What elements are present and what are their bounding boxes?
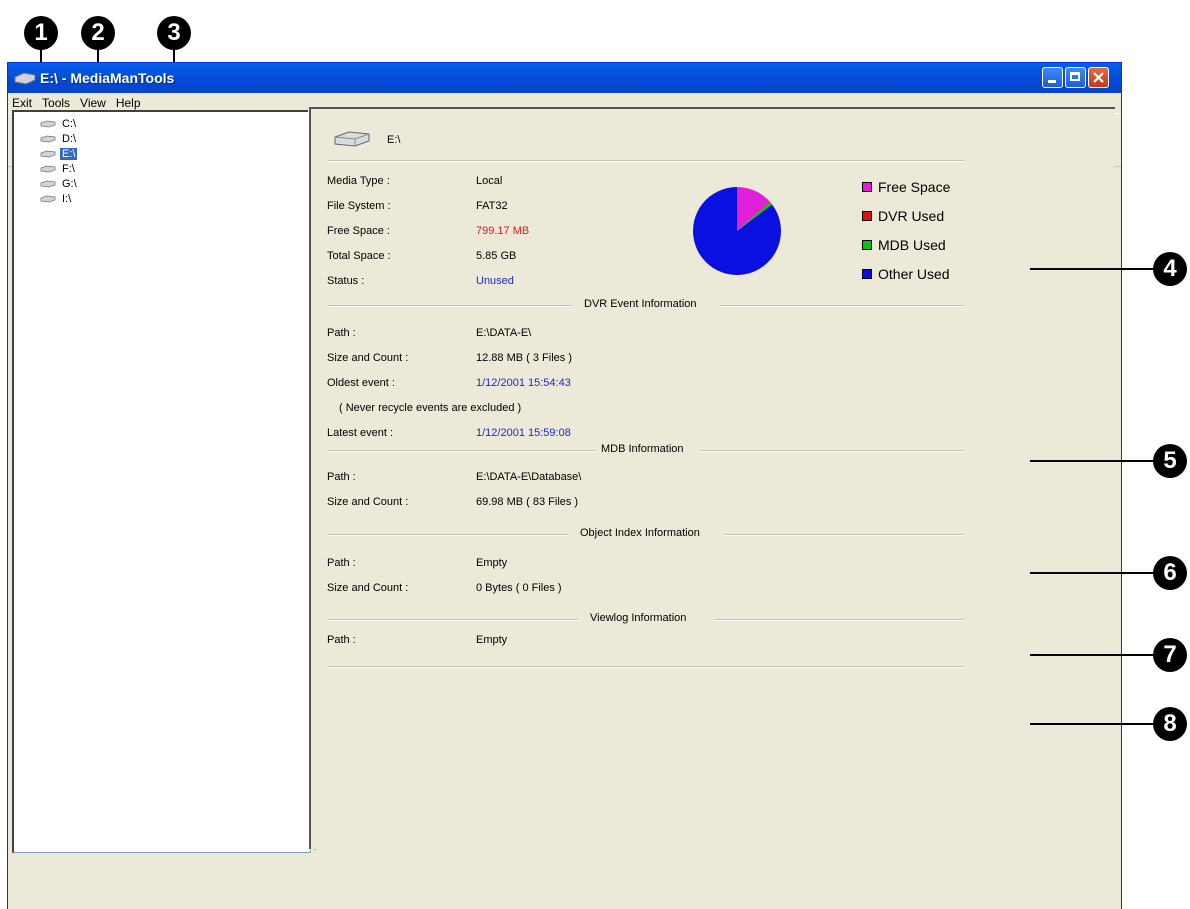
mdb-path-label: Path : <box>327 471 356 483</box>
drive-icon <box>40 120 56 127</box>
legend-swatch <box>862 240 872 250</box>
file-system-value: FAT32 <box>476 200 508 212</box>
minimize-button[interactable] <box>1042 67 1063 88</box>
tree-item-i[interactable]: I:\ <box>40 191 73 206</box>
object-index-path-label: Path : <box>327 557 356 569</box>
tree-item-c[interactable]: C:\ <box>40 116 78 131</box>
callout-3: 3 <box>157 16 191 50</box>
tree-item-g[interactable]: G:\ <box>40 176 79 191</box>
tree-item-label: I:\ <box>62 192 72 205</box>
maximize-button[interactable] <box>1065 67 1086 88</box>
legend-label: Free Space <box>878 179 951 195</box>
callout-2: 2 <box>81 16 115 50</box>
object-index-section-title: Object Index Information <box>580 527 700 539</box>
viewlog-path-label: Path : <box>327 634 356 646</box>
divider <box>328 666 964 668</box>
callout-6-line <box>1030 572 1156 574</box>
callout-1: 1 <box>24 16 58 50</box>
tree-item-label: G:\ <box>62 177 77 190</box>
callout-8: 8 <box>1153 707 1187 741</box>
drive-icon <box>334 131 370 147</box>
free-space-label: Free Space : <box>327 225 390 237</box>
mdb-section-title: MDB Information <box>601 443 684 455</box>
object-index-path-value: Empty <box>476 557 508 569</box>
menu-tools[interactable]: Tools <box>42 96 70 110</box>
drive-icon <box>40 180 56 187</box>
dvr-latest-label: Latest event : <box>327 427 394 439</box>
object-index-size-label: Size and Count : <box>327 582 409 594</box>
mdb-size-label: Size and Count : <box>327 496 409 508</box>
file-system-label: File System : <box>327 200 391 212</box>
callout-7: 7 <box>1153 638 1187 672</box>
dvr-latest-value: 1/12/2001 15:59:08 <box>476 427 571 439</box>
window-title: E:\ - MediaManTools <box>40 70 175 86</box>
callout-8-line <box>1030 723 1156 725</box>
dvr-section-title: DVR Event Information <box>584 298 697 310</box>
title-bar[interactable]: E:\ - MediaManTools <box>8 63 1121 93</box>
legend-swatch <box>862 182 872 192</box>
drive-icon <box>40 195 56 202</box>
menu-help[interactable]: Help <box>116 96 141 110</box>
mdb-section-header: MDB Information <box>328 443 964 457</box>
legend-other-used: Other Used <box>862 266 950 282</box>
legend-label: DVR Used <box>878 208 945 224</box>
drive-name: E:\ <box>387 134 401 146</box>
menu-exit[interactable]: Exit <box>12 96 32 110</box>
drive-info-panel: E:\ Media Type : Local File System : FAT… <box>309 107 1115 849</box>
tree-item-d[interactable]: D:\ <box>40 131 78 146</box>
total-space-label: Total Space : <box>327 250 391 262</box>
disk-usage-pie-chart <box>693 187 781 275</box>
dvr-size-label: Size and Count : <box>327 352 409 364</box>
viewlog-section-header: Viewlog Information <box>328 612 964 626</box>
mdb-path-value: E:\DATA-E\Database\ <box>476 471 582 483</box>
drive-icon <box>40 135 56 142</box>
legend-mdb-used: MDB Used <box>862 237 946 253</box>
legend-label: Other Used <box>878 266 950 282</box>
mdb-size-value: 69.98 MB ( 83 Files ) <box>476 496 579 508</box>
dvr-oldest-value: 1/12/2001 15:54:43 <box>476 377 571 389</box>
media-type-label: Media Type : <box>327 175 390 187</box>
tree-item-e[interactable]: E:\ <box>40 146 78 161</box>
object-index-section-header: Object Index Information <box>328 527 964 541</box>
callout-5: 5 <box>1153 444 1187 478</box>
tree-item-f[interactable]: F:\ <box>40 161 77 176</box>
divider <box>328 160 964 162</box>
legend-dvr-used: DVR Used <box>862 208 944 224</box>
dvr-note: ( Never recycle events are excluded ) <box>339 402 522 414</box>
media-type-value: Local <box>476 175 503 187</box>
status-value: Unused <box>476 275 514 287</box>
callout-6: 6 <box>1153 556 1187 590</box>
drive-tree[interactable]: C:\ D:\ E:\ F:\ G:\ I:\ <box>12 110 311 853</box>
status-label: Status : <box>327 275 365 287</box>
dvr-section-header: DVR Event Information <box>328 298 964 312</box>
drive-icon <box>14 72 36 85</box>
legend-free-space: Free Space <box>862 179 950 195</box>
dvr-oldest-label: Oldest event : <box>327 377 395 389</box>
dvr-path-value: E:\DATA-E\ <box>476 327 532 339</box>
callout-4: 4 <box>1153 252 1187 286</box>
dvr-size-value: 12.88 MB ( 3 Files ) <box>476 352 572 364</box>
legend-label: MDB Used <box>878 237 946 253</box>
tree-item-label: D:\ <box>62 132 77 145</box>
dvr-path-label: Path : <box>327 327 356 339</box>
menu-view[interactable]: View <box>80 96 106 110</box>
callout-5-line <box>1030 460 1156 462</box>
callout-4-line <box>1030 268 1156 270</box>
viewlog-path-value: Empty <box>476 634 508 646</box>
total-space-value: 5.85 GB <box>476 250 517 262</box>
drive-icon <box>40 165 56 172</box>
legend-swatch <box>862 211 872 221</box>
legend-swatch <box>862 269 872 279</box>
tree-item-label: C:\ <box>62 117 77 130</box>
tree-item-label: F:\ <box>62 162 75 175</box>
close-icon <box>1093 72 1104 83</box>
free-space-value: 799.17 MB <box>476 225 530 237</box>
viewlog-section-title: Viewlog Information <box>590 612 687 624</box>
tree-item-label: E:\ <box>60 147 78 160</box>
drive-icon <box>40 150 56 157</box>
close-button[interactable] <box>1088 67 1109 88</box>
callout-7-line <box>1030 654 1156 656</box>
object-index-size-value: 0 Bytes ( 0 Files ) <box>476 582 562 594</box>
